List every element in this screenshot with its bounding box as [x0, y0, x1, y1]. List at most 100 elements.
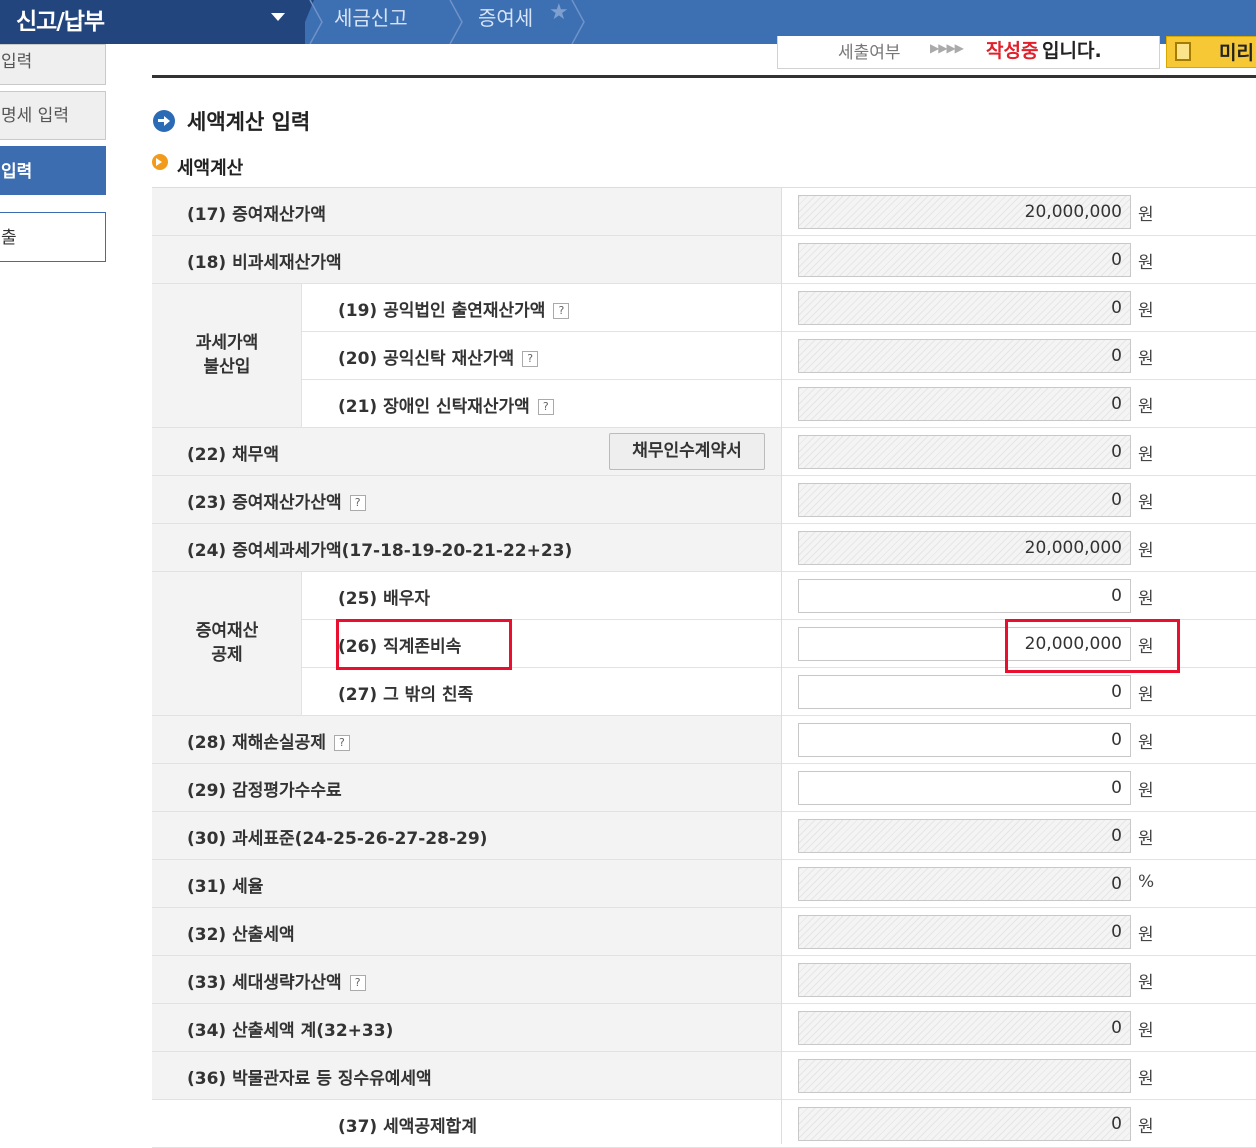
- row-number: (36): [187, 1069, 227, 1089]
- unit-label: 원: [1138, 1069, 1154, 1089]
- amount-input[interactable]: 0: [798, 243, 1131, 277]
- sidebar-item-2[interactable]: 명세 입력: [0, 91, 106, 140]
- help-icon[interactable]: ?: [522, 351, 539, 367]
- debt-contract-button[interactable]: 채무인수계약서: [609, 433, 765, 470]
- sidebar-item-active[interactable]: 입력: [0, 146, 106, 195]
- unit-label: 원: [1138, 397, 1154, 417]
- help-icon[interactable]: ?: [349, 975, 366, 991]
- row-label: (34) 산출세액 계(32+33): [187, 1016, 393, 1041]
- amount-input[interactable]: 0: [798, 387, 1131, 421]
- sidebar-item-4[interactable]: 출: [0, 212, 106, 262]
- unit-label: 원: [1138, 541, 1154, 561]
- amount-input[interactable]: 0: [798, 483, 1131, 517]
- table-row: (18) 비과세재산가액 0 원: [152, 236, 1256, 284]
- row-label-text: 그 밖의 친족: [383, 685, 474, 705]
- table-row: (30) 과세표준(24-25-26-27-28-29) 0 원: [152, 812, 1256, 860]
- amount-input[interactable]: 0: [798, 435, 1131, 469]
- row-label-text: 박물관자료 등 징수유예세액: [232, 1069, 432, 1089]
- unit-label: 원: [1138, 781, 1154, 801]
- table-row: (19) 공익법인 출연재산가액? 0 원: [152, 284, 1256, 332]
- status-indicator: 세출여부 ▶▶▶▶ 작성중 입니다.: [777, 36, 1160, 69]
- main-menu-title: 신고/납부: [16, 9, 105, 35]
- row-label-text: 산출세액: [232, 925, 295, 945]
- unit-label: 원: [1138, 349, 1154, 369]
- amount-input[interactable]: 0: [798, 1107, 1131, 1141]
- amount-input[interactable]: 0: [798, 291, 1131, 325]
- row-number: (28): [187, 733, 227, 753]
- header-divider: [152, 75, 1256, 78]
- sidebar-item-label: 입력: [1, 162, 33, 182]
- amount-input[interactable]: [798, 1059, 1131, 1093]
- table-row: (17) 증여재산가액 20,000,000 원: [152, 188, 1256, 236]
- row-label: (21) 장애인 신탁재산가액?: [338, 392, 554, 417]
- row-label: (36) 박물관자료 등 징수유예세액: [187, 1064, 432, 1089]
- help-icon[interactable]: ?: [333, 735, 350, 751]
- group-nontax-exclusion: 과세가액 불산입: [152, 284, 302, 428]
- column-divider: [781, 188, 782, 1144]
- main-menu-selector[interactable]: 신고/납부: [0, 0, 305, 44]
- breadcrumb-separator-icon: [309, 0, 323, 44]
- amount-input[interactable]: 0: [798, 867, 1131, 901]
- row-label-text: 과세표준(24-25-26-27-28-29): [232, 829, 488, 849]
- row-label: (29) 감정평가수수료: [187, 776, 342, 801]
- preview-button[interactable]: 미리: [1166, 36, 1256, 68]
- favorite-star-icon[interactable]: ★: [549, 0, 569, 25]
- group-label-nontax: 과세가액 불산입: [195, 333, 259, 377]
- row-number: (21): [338, 397, 378, 417]
- amount-input[interactable]: 0: [798, 675, 1131, 709]
- row-label: (19) 공익법인 출연재산가액?: [338, 296, 570, 321]
- row-label: (31) 세율: [187, 872, 263, 897]
- sidebar-item-label: 입력: [1, 52, 33, 72]
- unit-label: 원: [1138, 589, 1154, 609]
- table-row: (23) 증여재산가산액? 0 원: [152, 476, 1256, 524]
- highlight-box-label: [336, 619, 512, 670]
- unit-label: 원: [1138, 253, 1154, 273]
- amount-input[interactable]: 20,000,000: [798, 531, 1131, 565]
- row-label-text: 산출세액 계(32+33): [232, 1021, 394, 1041]
- row-label: (17) 증여재산가액: [187, 200, 326, 225]
- amount-input[interactable]: 0: [798, 915, 1131, 949]
- amount-input[interactable]: [798, 963, 1131, 997]
- row-number: (23): [187, 493, 227, 513]
- row-label-text: 세대생략가산액: [232, 973, 342, 993]
- breadcrumb-separator-icon: [449, 0, 463, 44]
- row-number: (32): [187, 925, 227, 945]
- help-icon[interactable]: ?: [349, 495, 366, 511]
- amount-input[interactable]: 0: [798, 723, 1131, 757]
- row-label: (22) 채무액: [187, 440, 279, 465]
- amount-input[interactable]: 0: [798, 819, 1131, 853]
- page-title: 세액계산 입력: [187, 110, 311, 134]
- chevron-down-icon[interactable]: [271, 13, 285, 21]
- amount-input[interactable]: 0: [798, 1011, 1131, 1045]
- row-label: (28) 재해손실공제?: [187, 728, 350, 753]
- row-label-text: 재해손실공제: [232, 733, 326, 753]
- group-label-deduction: 증여재산 공제: [195, 621, 259, 665]
- row-number: (31): [187, 877, 227, 897]
- table-row: (20) 공익신탁 재산가액? 0 원: [152, 332, 1256, 380]
- unit-label: 원: [1138, 493, 1154, 513]
- row-label: (37) 세액공제합계: [338, 1112, 477, 1137]
- table-row: (25) 배우자 0 원: [152, 572, 1256, 620]
- amount-input[interactable]: 0: [798, 771, 1131, 805]
- table-row: (27) 그 밖의 친족 0 원: [152, 668, 1256, 716]
- amount-input[interactable]: 0: [798, 339, 1131, 373]
- breadcrumb-item-gift-tax[interactable]: 증여세: [478, 2, 533, 31]
- status-label: 세출여부: [838, 43, 901, 63]
- table-row: (21) 장애인 신탁재산가액? 0 원: [152, 380, 1256, 428]
- highlight-box-value: [1005, 619, 1180, 673]
- help-icon[interactable]: ?: [553, 303, 570, 319]
- row-label-text: 세율: [232, 877, 264, 897]
- table-row: (37) 세액공제합계 0 원: [152, 1100, 1256, 1148]
- row-number: (19): [338, 301, 378, 321]
- unit-label: %: [1138, 872, 1155, 892]
- row-label-text: 증여세과세가액(17-18-19-20-21-22+23): [232, 541, 573, 561]
- breadcrumb-item-tax-report[interactable]: 세금신고: [334, 2, 408, 31]
- table-row: (33) 세대생략가산액? 원: [152, 956, 1256, 1004]
- help-icon[interactable]: ?: [537, 399, 554, 415]
- row-label-text: 채무액: [232, 445, 280, 465]
- unit-label: 원: [1138, 205, 1154, 225]
- amount-input[interactable]: 0: [798, 579, 1131, 613]
- row-number: (34): [187, 1021, 227, 1041]
- amount-input[interactable]: 20,000,000: [798, 195, 1131, 229]
- sidebar-item-1[interactable]: 입력: [0, 44, 106, 85]
